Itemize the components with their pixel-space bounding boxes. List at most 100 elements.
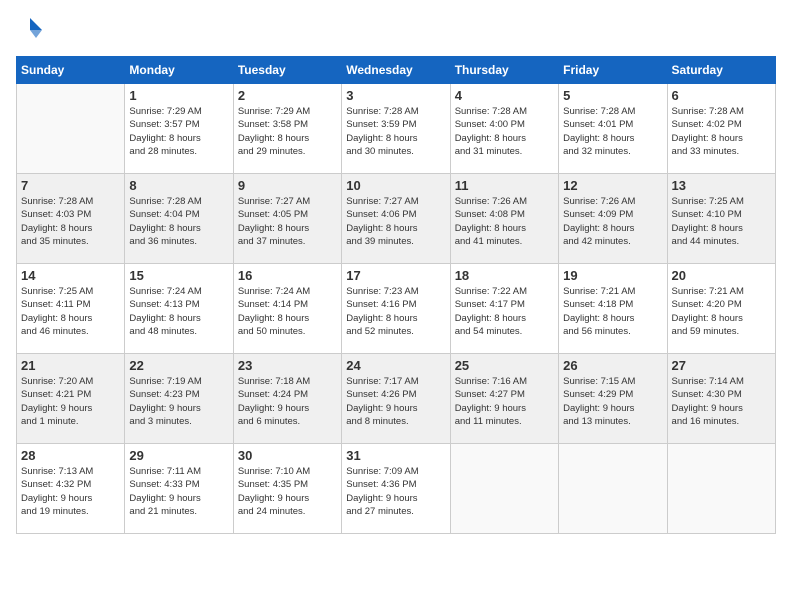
- day-info: Sunrise: 7:26 AM Sunset: 4:09 PM Dayligh…: [563, 195, 662, 248]
- weekday-header-cell: Wednesday: [342, 57, 450, 84]
- day-info: Sunrise: 7:16 AM Sunset: 4:27 PM Dayligh…: [455, 375, 554, 428]
- calendar-day-cell: 13 Sunrise: 7:25 AM Sunset: 4:10 PM Dayli…: [667, 174, 775, 264]
- calendar-day-cell: 17 Sunrise: 7:23 AM Sunset: 4:16 PM Dayli…: [342, 264, 450, 354]
- calendar-table: SundayMondayTuesdayWednesdayThursdayFrid…: [16, 56, 776, 534]
- day-number: 5: [563, 88, 662, 103]
- day-number: 12: [563, 178, 662, 193]
- day-number: 25: [455, 358, 554, 373]
- day-number: 26: [563, 358, 662, 373]
- day-number: 31: [346, 448, 445, 463]
- calendar-day-cell: 23 Sunrise: 7:18 AM Sunset: 4:24 PM Dayli…: [233, 354, 341, 444]
- day-info: Sunrise: 7:20 AM Sunset: 4:21 PM Dayligh…: [21, 375, 120, 428]
- calendar-day-cell: 15Sunrise: 7:24 AM Sunset: 4:13 PM Dayli…: [125, 264, 233, 354]
- calendar-day-cell: 18 Sunrise: 7:22 AM Sunset: 4:17 PM Dayli…: [450, 264, 558, 354]
- calendar-day-cell: 21 Sunrise: 7:20 AM Sunset: 4:21 PM Dayli…: [17, 354, 125, 444]
- day-info: Sunrise: 7:24 AM Sunset: 4:14 PM Dayligh…: [238, 285, 337, 338]
- day-number: 16: [238, 268, 337, 283]
- day-number: 23: [238, 358, 337, 373]
- weekday-header-row: SundayMondayTuesdayWednesdayThursdayFrid…: [17, 57, 776, 84]
- day-info: Sunrise: 7:28 AM Sunset: 4:02 PM Dayligh…: [672, 105, 771, 158]
- calendar-day-cell: [667, 444, 775, 534]
- logo-icon: [16, 16, 44, 44]
- day-number: 30: [238, 448, 337, 463]
- day-number: 15: [129, 268, 228, 283]
- day-info: Sunrise: 7:11 AM Sunset: 4:33 PM Dayligh…: [129, 465, 228, 518]
- weekday-header-cell: Saturday: [667, 57, 775, 84]
- day-info: Sunrise: 7:21 AM Sunset: 4:18 PM Dayligh…: [563, 285, 662, 338]
- day-number: 3: [346, 88, 445, 103]
- day-info: Sunrise: 7:14 AM Sunset: 4:30 PM Dayligh…: [672, 375, 771, 428]
- calendar-day-cell: 11 Sunrise: 7:26 AM Sunset: 4:08 PM Dayli…: [450, 174, 558, 264]
- calendar-day-cell: 31 Sunrise: 7:09 AM Sunset: 4:36 PM Dayli…: [342, 444, 450, 534]
- calendar-day-cell: 12 Sunrise: 7:26 AM Sunset: 4:09 PM Dayli…: [559, 174, 667, 264]
- day-number: 24: [346, 358, 445, 373]
- day-info: Sunrise: 7:23 AM Sunset: 4:16 PM Dayligh…: [346, 285, 445, 338]
- day-info: Sunrise: 7:28 AM Sunset: 4:00 PM Dayligh…: [455, 105, 554, 158]
- day-info: Sunrise: 7:28 AM Sunset: 4:03 PM Dayligh…: [21, 195, 120, 248]
- day-number: 4: [455, 88, 554, 103]
- day-number: 27: [672, 358, 771, 373]
- calendar-day-cell: 16 Sunrise: 7:24 AM Sunset: 4:14 PM Dayli…: [233, 264, 341, 354]
- weekday-header-cell: Tuesday: [233, 57, 341, 84]
- day-info: Sunrise: 7:28 AM Sunset: 4:04 PM Dayligh…: [129, 195, 228, 248]
- calendar-day-cell: 1Sunrise: 7:29 AM Sunset: 3:57 PM Daylig…: [125, 84, 233, 174]
- day-info: Sunrise: 7:15 AM Sunset: 4:29 PM Dayligh…: [563, 375, 662, 428]
- calendar-day-cell: 26 Sunrise: 7:15 AM Sunset: 4:29 PM Dayli…: [559, 354, 667, 444]
- day-info: Sunrise: 7:25 AM Sunset: 4:11 PM Dayligh…: [21, 285, 120, 338]
- calendar-day-cell: 14 Sunrise: 7:25 AM Sunset: 4:11 PM Dayli…: [17, 264, 125, 354]
- calendar-day-cell: 28 Sunrise: 7:13 AM Sunset: 4:32 PM Dayli…: [17, 444, 125, 534]
- day-number: 22: [129, 358, 228, 373]
- header: [16, 16, 776, 44]
- calendar-day-cell: 25 Sunrise: 7:16 AM Sunset: 4:27 PM Dayli…: [450, 354, 558, 444]
- calendar-day-cell: 22 Sunrise: 7:19 AM Sunset: 4:23 PM Dayli…: [125, 354, 233, 444]
- day-info: Sunrise: 7:18 AM Sunset: 4:24 PM Dayligh…: [238, 375, 337, 428]
- day-info: Sunrise: 7:27 AM Sunset: 4:05 PM Dayligh…: [238, 195, 337, 248]
- day-info: Sunrise: 7:17 AM Sunset: 4:26 PM Dayligh…: [346, 375, 445, 428]
- day-number: 28: [21, 448, 120, 463]
- day-info: Sunrise: 7:13 AM Sunset: 4:32 PM Dayligh…: [21, 465, 120, 518]
- day-number: 2: [238, 88, 337, 103]
- day-info: Sunrise: 7:28 AM Sunset: 4:01 PM Dayligh…: [563, 105, 662, 158]
- day-info: Sunrise: 7:25 AM Sunset: 4:10 PM Dayligh…: [672, 195, 771, 248]
- calendar-day-cell: 8Sunrise: 7:28 AM Sunset: 4:04 PM Daylig…: [125, 174, 233, 264]
- calendar-day-cell: 2 Sunrise: 7:29 AM Sunset: 3:58 PM Daylig…: [233, 84, 341, 174]
- day-info: Sunrise: 7:21 AM Sunset: 4:20 PM Dayligh…: [672, 285, 771, 338]
- day-number: 10: [346, 178, 445, 193]
- day-info: Sunrise: 7:26 AM Sunset: 4:08 PM Dayligh…: [455, 195, 554, 248]
- calendar-week-row: 14 Sunrise: 7:25 AM Sunset: 4:11 PM Dayli…: [17, 264, 776, 354]
- calendar-day-cell: 20Sunrise: 7:21 AM Sunset: 4:20 PM Dayli…: [667, 264, 775, 354]
- weekday-header-cell: Monday: [125, 57, 233, 84]
- logo: [16, 16, 48, 44]
- calendar-day-cell: 10 Sunrise: 7:27 AM Sunset: 4:06 PM Dayli…: [342, 174, 450, 264]
- weekday-header-cell: Sunday: [17, 57, 125, 84]
- calendar-week-row: 28 Sunrise: 7:13 AM Sunset: 4:32 PM Dayli…: [17, 444, 776, 534]
- day-info: Sunrise: 7:28 AM Sunset: 3:59 PM Dayligh…: [346, 105, 445, 158]
- day-info: Sunrise: 7:09 AM Sunset: 4:36 PM Dayligh…: [346, 465, 445, 518]
- day-number: 7: [21, 178, 120, 193]
- calendar-day-cell: 30 Sunrise: 7:10 AM Sunset: 4:35 PM Dayli…: [233, 444, 341, 534]
- day-number: 11: [455, 178, 554, 193]
- calendar-day-cell: 7 Sunrise: 7:28 AM Sunset: 4:03 PM Daylig…: [17, 174, 125, 264]
- day-number: 13: [672, 178, 771, 193]
- calendar-day-cell: 6 Sunrise: 7:28 AM Sunset: 4:02 PM Daylig…: [667, 84, 775, 174]
- day-number: 6: [672, 88, 771, 103]
- calendar-day-cell: 19Sunrise: 7:21 AM Sunset: 4:18 PM Dayli…: [559, 264, 667, 354]
- day-number: 9: [238, 178, 337, 193]
- day-info: Sunrise: 7:29 AM Sunset: 3:58 PM Dayligh…: [238, 105, 337, 158]
- weekday-header-cell: Friday: [559, 57, 667, 84]
- calendar-day-cell: 29Sunrise: 7:11 AM Sunset: 4:33 PM Dayli…: [125, 444, 233, 534]
- calendar-day-cell: 24 Sunrise: 7:17 AM Sunset: 4:26 PM Dayli…: [342, 354, 450, 444]
- calendar-day-cell: 9 Sunrise: 7:27 AM Sunset: 4:05 PM Daylig…: [233, 174, 341, 264]
- calendar-day-cell: 5 Sunrise: 7:28 AM Sunset: 4:01 PM Daylig…: [559, 84, 667, 174]
- day-info: Sunrise: 7:27 AM Sunset: 4:06 PM Dayligh…: [346, 195, 445, 248]
- day-info: Sunrise: 7:10 AM Sunset: 4:35 PM Dayligh…: [238, 465, 337, 518]
- day-number: 1: [129, 88, 228, 103]
- calendar-week-row: 21 Sunrise: 7:20 AM Sunset: 4:21 PM Dayli…: [17, 354, 776, 444]
- day-info: Sunrise: 7:22 AM Sunset: 4:17 PM Dayligh…: [455, 285, 554, 338]
- calendar-week-row: 1Sunrise: 7:29 AM Sunset: 3:57 PM Daylig…: [17, 84, 776, 174]
- day-number: 17: [346, 268, 445, 283]
- day-number: 14: [21, 268, 120, 283]
- day-number: 18: [455, 268, 554, 283]
- day-number: 21: [21, 358, 120, 373]
- day-info: Sunrise: 7:19 AM Sunset: 4:23 PM Dayligh…: [129, 375, 228, 428]
